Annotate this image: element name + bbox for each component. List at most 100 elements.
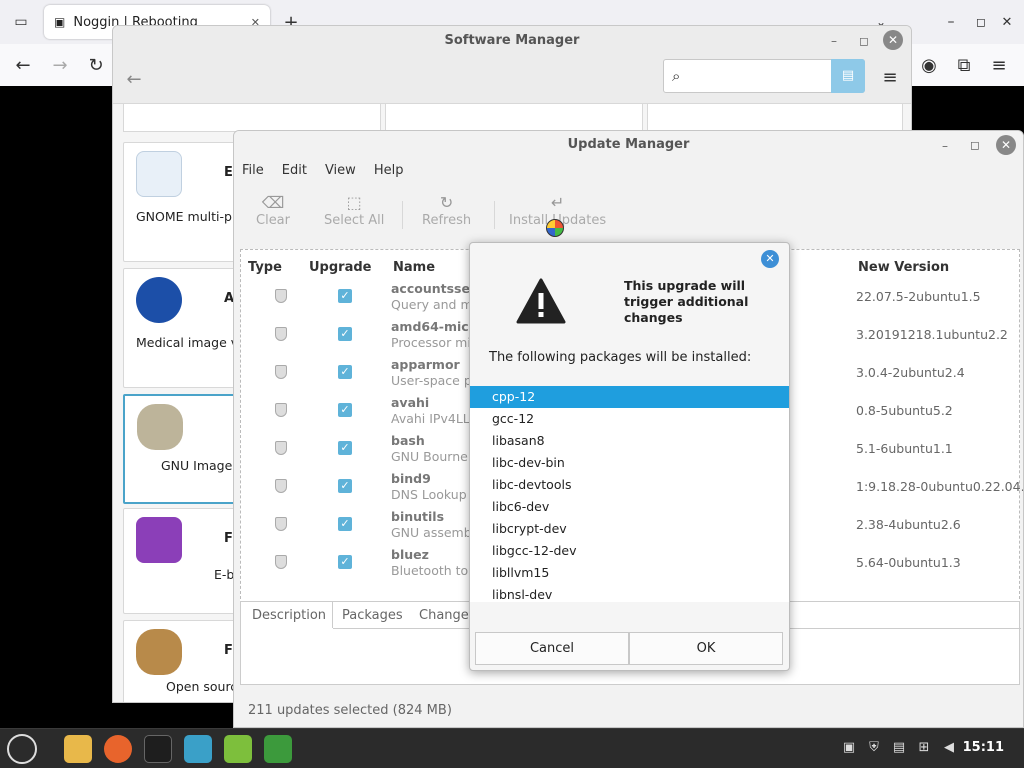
sm-minimize-icon[interactable]: – [825,32,843,50]
ok-button[interactable]: OK [629,632,783,665]
software-manager-title: Software Manager [113,26,911,56]
minimize-icon[interactable]: – [938,9,964,35]
tab-changelog[interactable]: Changel [419,608,472,623]
system-monitor-icon[interactable] [184,735,212,763]
package-list-item[interactable]: libcrypt-dev [470,518,789,540]
upgrade-checkbox[interactable]: ✓ [338,403,352,417]
package-new-version: 3.20191218.1ubuntu2.2 [856,327,1008,342]
upgrade-checkbox[interactable]: ✓ [338,441,352,455]
toolbar-separator [494,201,495,229]
sm-back-icon[interactable]: ← [121,66,147,92]
package-desc: GNU assembl [391,525,476,540]
files-icon[interactable] [64,735,92,763]
package-list-item[interactable]: libgcc-12-dev [470,540,789,562]
col-upgrade[interactable]: Upgrade [309,260,371,275]
um-minimize-icon[interactable]: – [936,137,954,155]
menu-icon[interactable]: ≡ [986,52,1012,78]
menu-edit[interactable]: Edit [282,163,307,178]
tab-description[interactable]: Description [252,608,326,623]
close-window-icon[interactable]: ✕ [994,9,1020,35]
package-new-version: 2.38-4ubuntu2.6 [856,517,961,532]
clock[interactable]: 15:11 [963,740,1004,755]
col-new-version[interactable]: New Version [858,260,949,275]
shield-tray-icon[interactable]: ⛨ [866,740,882,756]
tab-overview-icon[interactable]: ▭ [8,9,34,35]
dialog-message: The following packages will be installed… [489,350,752,365]
volume-tray-icon[interactable]: ◀ [941,740,957,756]
sm-close-icon[interactable]: ✕ [883,30,903,50]
package-desc: DNS Lookup [391,487,467,502]
upgrade-checkbox[interactable]: ✓ [338,555,352,569]
toolbar-separator [402,201,403,229]
start-menu-icon[interactable] [7,734,37,764]
um-maximize-icon[interactable]: ◻ [966,136,984,154]
maximize-icon[interactable]: ◻ [968,9,994,35]
package-name: apparmor [391,357,460,372]
extensions-icon[interactable]: ⧉ [951,52,977,78]
um-close-icon[interactable]: ✕ [996,135,1016,155]
package-list-item[interactable]: libnsl-dev [470,584,789,602]
package-type-icon [275,555,287,569]
sm-maximize-icon[interactable]: ◻ [855,32,873,50]
sm-search-input[interactable]: ⌕ ▤ [663,59,865,93]
package-new-version: 22.07.5-2ubuntu1.5 [856,289,981,304]
tab-packages[interactable]: Packages [342,608,403,623]
refresh-button[interactable]: ↻ Refresh [422,193,471,228]
busy-cursor-icon [546,219,564,237]
notes-tray-icon[interactable]: ▣ [841,740,857,756]
sm-top-cards [123,104,903,132]
install-icon: ↵ [550,193,565,212]
tab-favicon-icon: ▣ [54,15,66,29]
package-new-version: 3.0.4-2ubuntu2.4 [856,365,965,380]
cancel-button[interactable]: Cancel [475,632,629,665]
update-manager-shield-icon[interactable] [264,735,292,763]
back-icon[interactable]: ← [10,52,36,78]
upgrade-checkbox[interactable]: ✓ [338,517,352,531]
package-list-item[interactable]: libllvm15 [470,562,789,584]
clear-button[interactable]: ⌫ Clear [256,193,290,228]
package-list-item[interactable]: libasan8 [470,430,789,452]
package-new-version: 5.1-6ubuntu1.1 [856,441,953,456]
package-list-item[interactable]: gcc-12 [470,408,789,430]
book-icon [136,517,182,563]
medical-icon [136,277,182,323]
menu-file[interactable]: File [242,163,264,178]
refresh-icon: ↻ [439,193,454,212]
select-all-button[interactable]: ⬚ Select All [324,193,384,228]
firefox-icon[interactable] [104,735,132,763]
clipboard-tray-icon[interactable]: ▤ [891,740,907,756]
upgrade-checkbox[interactable]: ✓ [338,479,352,493]
dialog-close-icon[interactable]: ✕ [761,250,779,268]
terminal-icon[interactable] [144,735,172,763]
package-name: bluez [391,547,429,562]
package-list[interactable]: cpp-12 gcc-12 libasan8 libc-dev-bin libc-dev… [470,386,789,602]
reload-icon[interactable]: ↻ [83,52,109,78]
package-new-version: 1:9.18.28-0ubuntu0.22.04. [856,479,1024,494]
package-name: bash [391,433,425,448]
package-desc: Avahi IPv4LL [391,411,470,426]
sm-menu-icon[interactable]: ≡ [877,64,903,90]
upgrade-checkbox[interactable]: ✓ [338,365,352,379]
package-list-item[interactable]: libc-devtools [470,474,789,496]
package-list-item[interactable]: libc6-dev [470,496,789,518]
ship-icon [136,629,182,675]
sm-filter-icon[interactable]: ▤ [831,59,865,93]
menu-view[interactable]: View [325,163,356,178]
network-tray-icon[interactable]: ⊞ [916,740,932,756]
upgrade-checkbox[interactable]: ✓ [338,327,352,341]
package-type-icon [275,479,287,493]
gimp-icon [137,404,183,450]
upgrade-checkbox[interactable]: ✓ [338,289,352,303]
menu-help[interactable]: Help [374,163,404,178]
account-icon[interactable]: ◉ [916,52,942,78]
package-type-icon [275,365,287,379]
package-desc: Query and ma [391,297,481,312]
calculator-icon[interactable] [224,735,252,763]
col-type[interactable]: Type [248,260,282,275]
package-list-item[interactable]: cpp-12 [470,386,789,408]
update-manager-title: Update Manager [234,131,1023,159]
package-new-version: 5.64-0ubuntu1.3 [856,555,961,570]
forward-icon[interactable]: → [47,52,73,78]
package-list-item[interactable]: libc-dev-bin [470,452,789,474]
col-name[interactable]: Name [393,260,435,275]
